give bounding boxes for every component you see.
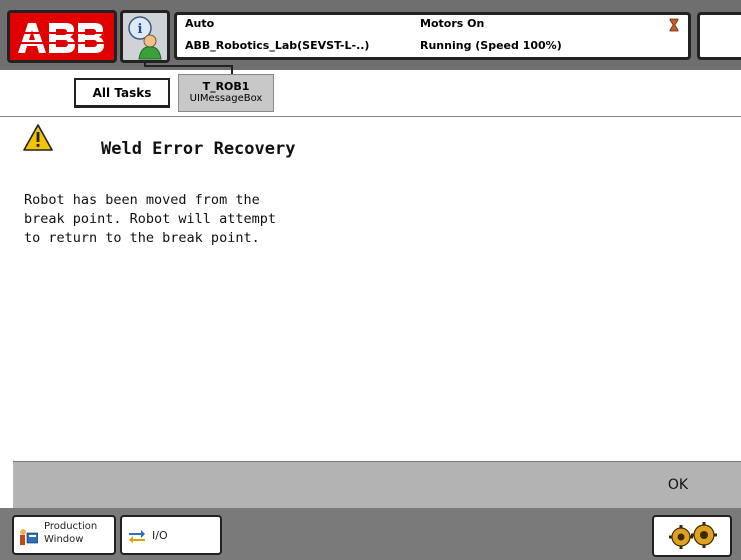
status-bar: i Auto ABB_Robotics_Lab(SEVST-L-..) Moto…	[0, 0, 741, 70]
quickset-info-button[interactable]: i	[120, 10, 170, 63]
taskbar: Production Window I/O	[0, 508, 741, 560]
message-line: Robot has been moved from the	[24, 192, 260, 208]
operating-mode: Auto	[185, 17, 215, 30]
hourglass-icon	[669, 18, 679, 32]
production-label-line2: Window	[44, 534, 84, 545]
message-line: break point. Robot will attempt	[24, 211, 276, 227]
user-info-icon: i	[128, 16, 162, 60]
production-label-line1: Production	[44, 521, 98, 532]
tab-all-tasks[interactable]: All Tasks	[74, 78, 170, 108]
task-tabs: All Tasks T_ROB1 UIMessageBox	[0, 60, 741, 117]
message-title: Weld Error Recovery	[101, 139, 296, 159]
message-line: to return to the break point.	[24, 230, 260, 246]
tab-all-tasks-label: All Tasks	[92, 86, 152, 100]
system-name: ABB_Robotics_Lab(SEVST-L-..)	[185, 39, 370, 52]
production-window-button[interactable]: Production Window	[12, 515, 116, 555]
tab-t-rob1-sublabel: UIMessageBox	[189, 93, 263, 104]
abb-menu-button[interactable]	[7, 10, 117, 63]
abb-logo-icon	[16, 23, 108, 53]
program-state: Running (Speed 100%)	[420, 39, 562, 52]
warning-icon	[23, 124, 53, 151]
motor-state: Motors On	[420, 17, 485, 30]
tab-t-rob1[interactable]: T_ROB1 UIMessageBox	[178, 74, 274, 112]
production-window-icon	[20, 529, 38, 545]
quickset-menu-button[interactable]	[652, 515, 732, 557]
close-panel-button[interactable]	[697, 12, 741, 60]
io-arrows-icon	[129, 530, 145, 543]
button-bar: OK	[13, 461, 741, 508]
io-label: I/O	[152, 529, 168, 542]
message-box: Weld Error Recovery Robot has been moved…	[13, 117, 741, 460]
status-panel[interactable]: Auto ABB_Robotics_Lab(SEVST-L-..) Motors…	[174, 12, 691, 60]
svg-text:i: i	[138, 22, 143, 37]
gears-icon	[669, 522, 717, 549]
io-window-button[interactable]: I/O	[120, 515, 222, 555]
message-body: Robot has been moved from the break poin…	[24, 191, 276, 248]
tab-t-rob1-label: T_ROB1	[202, 80, 250, 93]
ok-button[interactable]: OK	[623, 462, 733, 508]
